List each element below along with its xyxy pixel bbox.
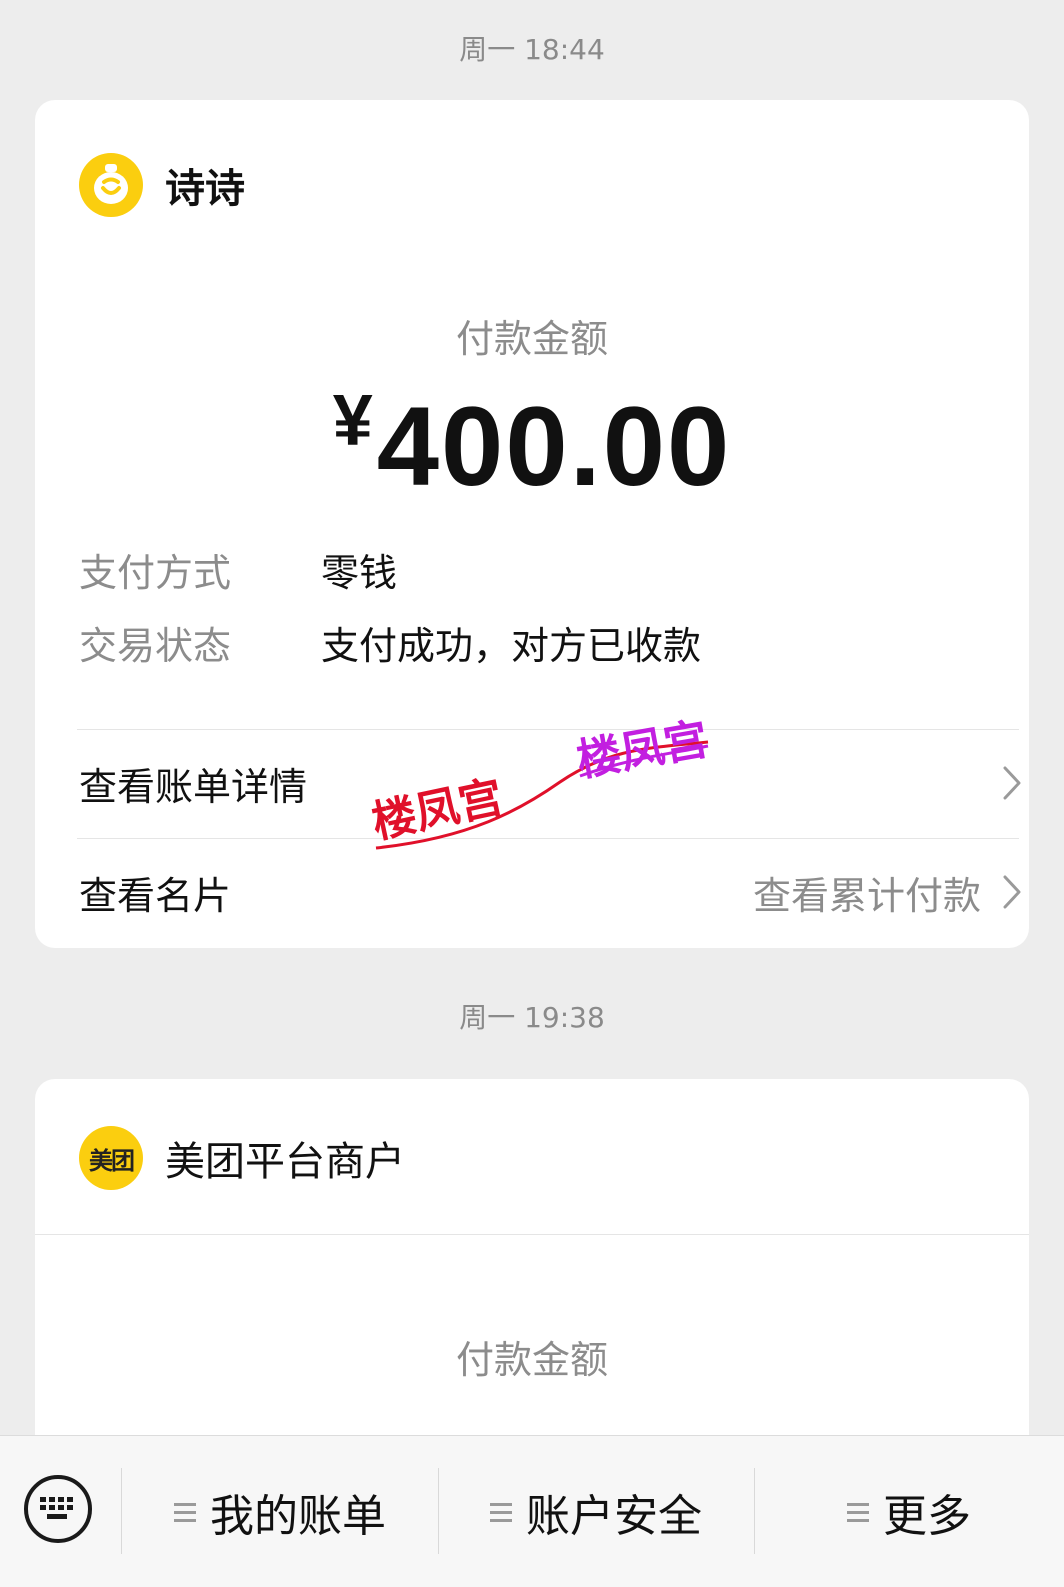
tab-more[interactable]: 更多	[754, 1436, 1064, 1587]
keyboard-toggle-button[interactable]	[24, 1475, 92, 1543]
tab-label: 账户安全	[526, 1491, 702, 1542]
tab-account-security[interactable]: 账户安全	[438, 1436, 754, 1587]
bottom-menu-bar: 我的账单 账户安全 更多	[0, 1435, 1064, 1587]
menu-icon	[847, 1503, 869, 1522]
chat-window: 周一 18:44 诗诗 付款金额 ¥400.00 支付方式 零钱 交易状态 支付…	[0, 0, 1064, 1587]
menu-icon	[490, 1503, 512, 1522]
watermark-text: 楼凤宫	[573, 714, 712, 787]
watermark: 楼凤宫 楼凤宫	[368, 714, 712, 850]
tab-my-bill[interactable]: 我的账单	[122, 1436, 438, 1587]
tab-label: 我的账单	[210, 1491, 386, 1542]
tab-label: 更多	[883, 1491, 971, 1542]
keyboard-icon	[40, 1497, 73, 1519]
menu-icon	[174, 1503, 196, 1522]
